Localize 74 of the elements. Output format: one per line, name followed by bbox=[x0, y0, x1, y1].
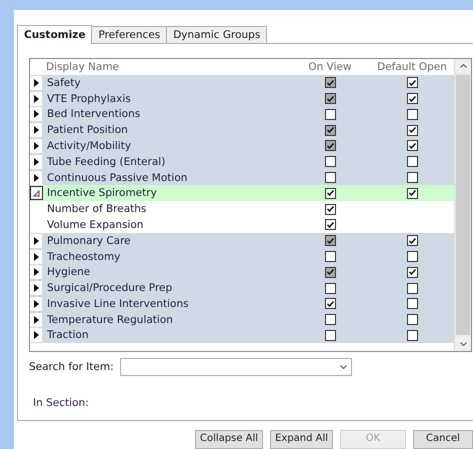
checkbox[interactable] bbox=[324, 298, 336, 310]
checkbox[interactable] bbox=[406, 140, 418, 152]
tree-row[interactable]: Patient Position bbox=[30, 122, 454, 138]
item-name: Volume Expansion bbox=[46, 218, 144, 231]
search-label: Search for Item: bbox=[29, 360, 114, 373]
checkbox[interactable] bbox=[406, 172, 418, 184]
item-name: Number of Breaths bbox=[46, 203, 148, 216]
dropdown-chevron-icon[interactable] bbox=[340, 364, 347, 369]
item-name: Surgical/Procedure Prep bbox=[46, 282, 174, 294]
tab[interactable]: Preferences bbox=[91, 26, 168, 43]
tree-row[interactable]: Incentive Spirometry bbox=[30, 185, 454, 202]
checkbox[interactable] bbox=[406, 330, 418, 341]
checkbox[interactable] bbox=[324, 219, 336, 230]
checkbox[interactable] bbox=[324, 251, 336, 262]
tree-row[interactable]: VTE Prophylaxis bbox=[30, 90, 454, 106]
column-header: Display Name bbox=[45, 60, 120, 73]
tree-row[interactable]: Continuous Passive Motion bbox=[30, 170, 454, 186]
checkbox[interactable] bbox=[324, 108, 336, 120]
tree-row[interactable]: Surgical/Procedure Prep bbox=[30, 280, 454, 296]
item-name: Traction bbox=[46, 329, 90, 342]
search-combo-field[interactable] bbox=[120, 358, 352, 376]
item-name: Activity/Mobility bbox=[46, 140, 132, 152]
item-name: Invasive Line Interventions bbox=[46, 298, 190, 310]
checkbox[interactable] bbox=[406, 77, 418, 88]
item-name: Pulmonary Care bbox=[46, 234, 132, 247]
tree-row[interactable]: Traction bbox=[30, 328, 454, 344]
dialog-button[interactable]: Collapse All bbox=[195, 430, 264, 449]
dialog-button[interactable]: Cancel bbox=[412, 430, 473, 449]
item-name: VTE Prophylaxis bbox=[46, 92, 132, 105]
dialog-button[interactable]: Expand All bbox=[270, 430, 334, 449]
checkbox[interactable] bbox=[406, 93, 418, 104]
checkbox[interactable] bbox=[324, 188, 336, 199]
in-section-label: In Section: bbox=[33, 396, 90, 409]
tree-row[interactable]: Activity/Mobility bbox=[30, 138, 454, 154]
tree-row[interactable]: Tube Feeding (Enteral) bbox=[30, 154, 454, 170]
scroll-down-icon[interactable] bbox=[460, 342, 466, 346]
checkbox[interactable] bbox=[406, 251, 418, 262]
checkbox[interactable] bbox=[406, 108, 418, 120]
item-name: Continuous Passive Motion bbox=[46, 172, 188, 184]
column-header: Default Open bbox=[376, 60, 448, 73]
item-name: Bed Interventions bbox=[46, 108, 142, 120]
item-name: Hygiene bbox=[46, 266, 92, 278]
tree-row[interactable]: Bed Interventions bbox=[30, 106, 454, 122]
item-name: Tube Feeding (Enteral) bbox=[46, 156, 166, 168]
checkbox[interactable] bbox=[324, 172, 336, 184]
checkbox[interactable] bbox=[406, 314, 418, 326]
checkbox[interactable] bbox=[324, 204, 336, 215]
checkbox[interactable] bbox=[406, 298, 418, 310]
checkbox[interactable] bbox=[324, 282, 336, 294]
tree-row[interactable]: Tracheostomy bbox=[30, 248, 454, 264]
item-name: Patient Position bbox=[46, 124, 129, 136]
item-name: Incentive Spirometry bbox=[46, 187, 158, 200]
tab[interactable]: Customize bbox=[17, 24, 92, 44]
checkbox[interactable] bbox=[324, 314, 336, 326]
checkbox[interactable] bbox=[406, 156, 418, 168]
item-name: Safety bbox=[46, 76, 82, 89]
tree-row[interactable]: Pulmonary Care bbox=[30, 232, 454, 249]
tree-row[interactable]: Safety bbox=[30, 74, 454, 91]
checkbox[interactable] bbox=[406, 282, 418, 294]
scrollbar[interactable] bbox=[454, 58, 471, 351]
tree-row[interactable]: Invasive Line Interventions bbox=[30, 296, 454, 312]
tree-row[interactable]: Temperature Regulation bbox=[30, 312, 454, 328]
checkbox[interactable] bbox=[406, 235, 418, 246]
checkbox[interactable] bbox=[406, 266, 418, 278]
item-name: Tracheostomy bbox=[46, 250, 122, 262]
checkbox[interactable] bbox=[324, 156, 336, 168]
tab[interactable]: Dynamic Groups bbox=[166, 26, 268, 43]
checkbox[interactable] bbox=[324, 330, 336, 341]
item-name: Temperature Regulation bbox=[46, 314, 174, 326]
checkbox[interactable] bbox=[406, 188, 418, 199]
checkbox[interactable] bbox=[406, 124, 418, 136]
scroll-up-icon[interactable] bbox=[460, 64, 466, 68]
column-header: On View bbox=[307, 60, 353, 73]
tree-row[interactable]: Hygiene bbox=[30, 264, 454, 280]
